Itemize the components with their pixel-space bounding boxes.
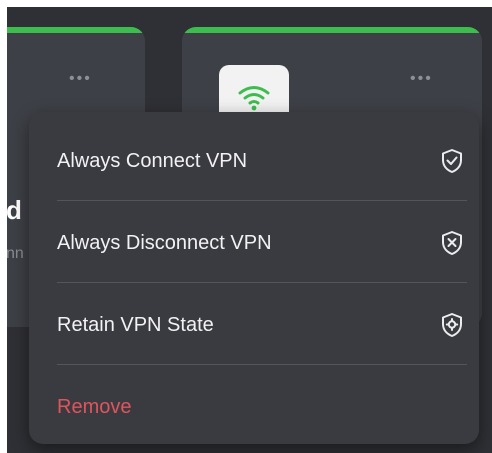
card-accent-bar [182,27,482,33]
menu-item-label: Remove [57,395,132,418]
ellipsis-icon[interactable]: ••• [69,71,92,87]
shield-check-icon [439,148,465,174]
menu-item-remove[interactable]: Remove [57,366,465,448]
menu-divider [57,200,467,201]
menu-item-always-disconnect[interactable]: Always Disconnect VPN [57,202,465,284]
menu-item-always-connect[interactable]: Always Connect VPN [57,120,465,202]
app-background: ••• d nn ••• Always Connect VPN Always D… [7,7,492,453]
card-title: d [7,195,22,225]
wifi-icon [238,86,270,111]
menu-item-label: Always Disconnect VPN [57,231,272,254]
menu-item-retain-state[interactable]: Retain VPN State [57,284,465,366]
shield-gear-icon [439,312,465,338]
menu-item-label: Always Connect VPN [57,149,248,172]
menu-divider [57,364,467,365]
shield-x-icon [439,230,465,256]
ellipsis-icon[interactable]: ••• [410,71,433,87]
context-menu: Always Connect VPN Always Disconnect VPN… [29,112,479,444]
menu-item-label: Retain VPN State [57,313,214,336]
card-accent-bar [7,27,145,33]
menu-divider [57,282,467,283]
card-subtitle: nn [7,245,24,262]
